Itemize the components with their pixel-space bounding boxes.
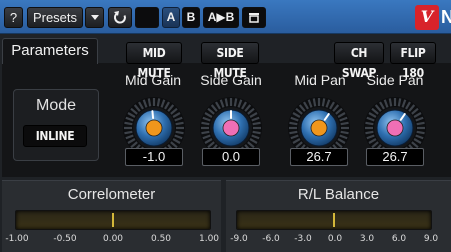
mid-pan-label: Mid Pan	[294, 72, 346, 88]
scale-tick-label: -6.0	[262, 234, 280, 244]
a-to-b-button[interactable]: A▶B	[203, 7, 239, 28]
scale-tick-label: 9.0	[423, 234, 439, 244]
ch-swap-button[interactable]: CH SWAP	[334, 42, 384, 80]
reset-button[interactable]	[108, 7, 132, 28]
mid-gain-label: Mid Gain	[124, 72, 182, 88]
presets-dropdown-button[interactable]	[85, 7, 104, 28]
balance-title: R/L Balance	[297, 186, 380, 203]
scale-tick-label: 0.00	[102, 234, 124, 244]
a-button[interactable]: A	[162, 7, 180, 28]
scale-tick-label: 0.50	[150, 234, 172, 244]
presets-button[interactable]: Presets	[27, 7, 83, 28]
window-button[interactable]	[242, 7, 266, 28]
scale-tick-label: 1.00	[198, 234, 220, 244]
mid-pan-value[interactable]: 26.7	[290, 148, 348, 166]
scale-tick-label: -0.50	[53, 234, 77, 244]
scale-tick-label: -1.00	[5, 234, 29, 244]
side-pan-value[interactable]: 26.7	[366, 148, 424, 166]
flip-180-button[interactable]: FLIP 180	[390, 42, 436, 80]
b-button[interactable]: B	[182, 7, 200, 28]
side-gain-value[interactable]: 0.0	[202, 148, 260, 166]
scale-tick-label: 3.0	[359, 234, 375, 244]
knob-pointer	[151, 110, 155, 120]
window-icon	[249, 13, 259, 23]
correlometer-scale: -1.00 -0.50 0.00 0.50 1.00	[5, 234, 219, 246]
mode-select[interactable]: INLINE	[23, 125, 87, 147]
brand-logo: V	[415, 5, 439, 30]
mode-label: Mode	[35, 97, 77, 114]
correlometer-title: Correlometer	[67, 186, 156, 203]
scale-tick-label: -3.0	[294, 234, 312, 244]
side-gain-label: Side Gain	[200, 72, 262, 88]
meter-indicator	[112, 213, 114, 227]
chevron-down-icon	[90, 15, 99, 20]
top-toolbar: ? Presets A B A▶B V N	[0, 0, 451, 34]
scale-tick-label: 0.0	[327, 234, 343, 244]
side-pan-label: Side Pan	[366, 72, 424, 88]
scale-tick-label: -9.0	[230, 234, 248, 244]
brand-text: N	[441, 7, 451, 27]
tab-parameters[interactable]: Parameters	[2, 38, 98, 64]
undo-icon	[113, 11, 126, 24]
help-button[interactable]: ?	[4, 7, 23, 28]
mid-gain-value[interactable]: -1.0	[125, 148, 183, 166]
mid-mute-button[interactable]: MID MUTE	[126, 42, 182, 80]
correlometer-meter	[15, 210, 211, 230]
side-mute-button[interactable]: SIDE MUTE	[201, 42, 259, 80]
balance-meter	[236, 210, 432, 230]
balance-scale: -9.0 -6.0 -3.0 0.0 3.0 6.0 9.0	[230, 234, 438, 246]
blank-slot	[135, 7, 159, 28]
scale-tick-label: 6.0	[391, 234, 407, 244]
meter-indicator	[333, 213, 335, 227]
